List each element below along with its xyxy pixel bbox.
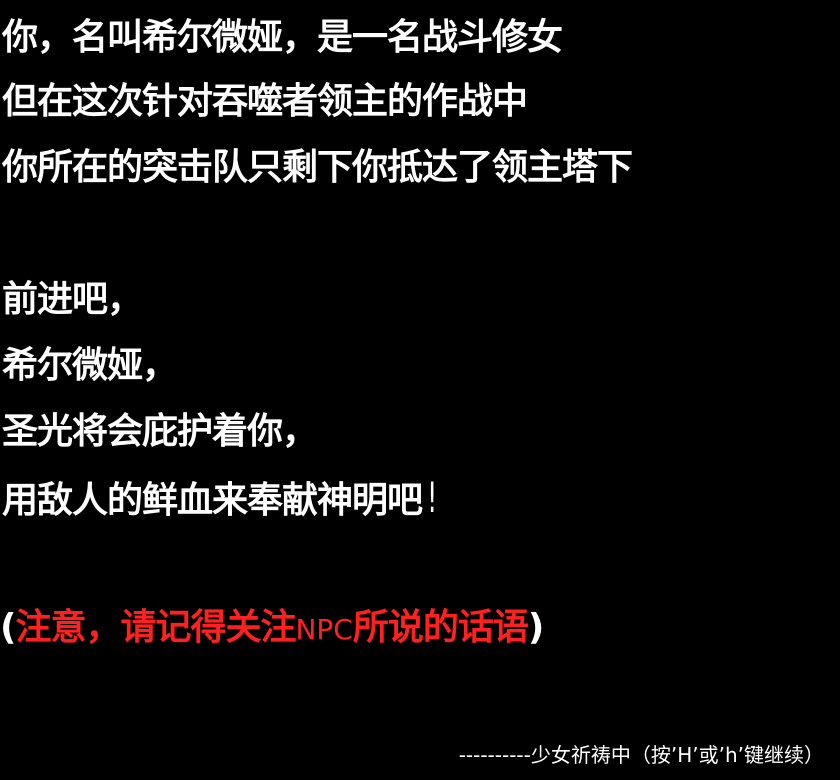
story-line-7: 用敌人的鲜血来奉献神明吧! (2, 476, 440, 523)
notice-close-paren: ) (527, 607, 544, 648)
story-line-3: 你所在的突击队只剩下你抵达了领主塔下 (2, 147, 633, 188)
game-intro-screen[interactable]: 你，名叫希尔微娅，是一名战斗修女 但在这次针对吞噬者领主的作战中 你所在的突击队… (0, 0, 840, 780)
exclamation-mark: ! (427, 473, 437, 522)
story-line-2: 但在这次针对吞噬者领主的作战中 (2, 81, 528, 122)
story-line-7-text: 用敌人的鲜血来奉献神明吧 (2, 480, 423, 521)
story-line-6: 圣光将会庇护着你， (2, 411, 318, 452)
npc-notice: (注意，请记得关注NPC所说的话语) (0, 606, 544, 652)
story-line-4: 前进吧， (2, 279, 143, 320)
continue-prompt: ----------少女祈祷中（按’H’或’h’键继续） (458, 743, 824, 767)
notice-npc: NPC (295, 613, 353, 646)
notice-text-part2: 所说的话语 (352, 607, 529, 648)
story-line-5: 希尔微娅， (2, 345, 178, 386)
story-line-1: 你，名叫希尔微娅，是一名战斗修女 (2, 17, 563, 58)
notice-open-paren: ( (0, 607, 16, 648)
notice-text-part1: 注意，请记得关注 (15, 607, 296, 648)
